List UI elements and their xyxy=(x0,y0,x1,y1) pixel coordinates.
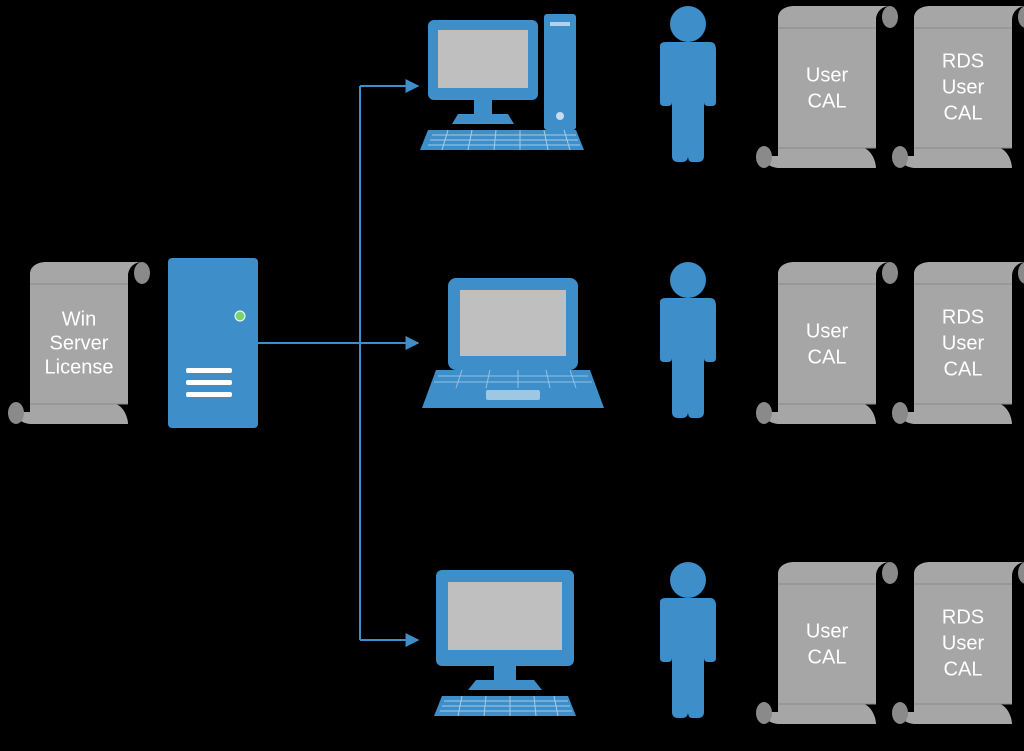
user-cal-scroll: User CAL xyxy=(756,6,898,168)
scroll-text: CAL xyxy=(944,102,983,124)
scroll-text: RDS xyxy=(942,50,984,72)
person-icon xyxy=(660,262,716,418)
scroll-text: User xyxy=(942,76,985,98)
scroll-text: CAL xyxy=(944,658,983,680)
scroll-text: User xyxy=(806,620,849,642)
licensing-diagram: Win Server License User CAL xyxy=(0,0,1024,751)
row-1: User CAL RDS User CAL xyxy=(420,6,1024,168)
rds-user-cal-scroll: RDS User CAL xyxy=(892,562,1024,724)
rds-user-cal-scroll: RDS User CAL xyxy=(892,262,1024,424)
scroll-text: License xyxy=(45,356,114,378)
scroll-text: User xyxy=(806,64,849,86)
scroll-text: Win xyxy=(62,308,96,330)
win-server-license-scroll: Win Server License xyxy=(8,262,150,424)
scroll-text: Server xyxy=(50,332,109,354)
user-cal-scroll: User CAL xyxy=(756,262,898,424)
person-icon xyxy=(660,562,716,718)
row-3: User CAL RDS User CAL xyxy=(434,562,1024,724)
connector-lines xyxy=(258,86,418,640)
row-2: User CAL RDS User CAL xyxy=(422,262,1024,424)
server-icon xyxy=(168,258,258,428)
scroll-text: CAL xyxy=(808,346,847,368)
scroll-text: CAL xyxy=(808,646,847,668)
scroll-text: User xyxy=(942,632,985,654)
desktop-icon xyxy=(420,14,584,150)
user-cal-scroll: User CAL xyxy=(756,562,898,724)
scroll-text: CAL xyxy=(808,90,847,112)
person-icon xyxy=(660,6,716,162)
scroll-text: User xyxy=(806,320,849,342)
scroll-text: RDS xyxy=(942,306,984,328)
scroll-text: RDS xyxy=(942,606,984,628)
scroll-text: CAL xyxy=(944,358,983,380)
monitor-icon xyxy=(434,570,576,716)
rds-user-cal-scroll: RDS User CAL xyxy=(892,6,1024,168)
scroll-text: User xyxy=(942,332,985,354)
laptop-icon xyxy=(422,278,604,408)
